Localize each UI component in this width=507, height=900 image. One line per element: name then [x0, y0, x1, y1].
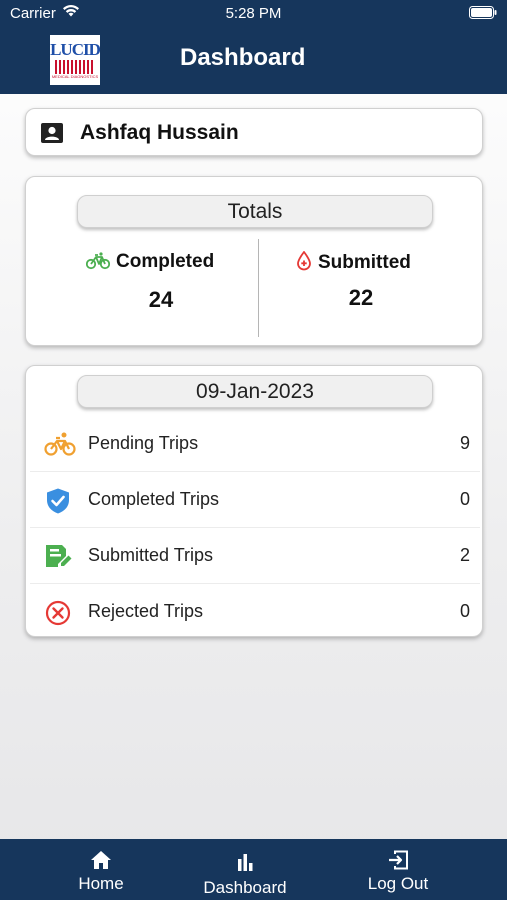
trip-row-label: Submitted Trips: [88, 545, 214, 565]
trip-row-rejected[interactable]: Rejected Trips 0: [30, 584, 480, 640]
tab-home-label: Home: [78, 874, 124, 893]
bicycle-icon: [85, 252, 111, 270]
logo-text: LUCID: [50, 40, 101, 59]
document-edit-icon: [44, 543, 74, 569]
submitted-total-value: 22: [348, 285, 374, 310]
completed-total-label: Completed: [85, 251, 215, 273]
status-bar: Carrier 5:28 PM: [0, 0, 507, 28]
totals-card: Totals Completed 24 Submitted 22: [25, 176, 483, 346]
trip-row-count: 0: [459, 489, 470, 509]
trip-row-label: Rejected Trips: [88, 601, 204, 621]
shield-check-icon: [44, 487, 74, 514]
battery-icon: [469, 6, 497, 23]
logo-stripes: [55, 60, 95, 74]
trip-row-count: 2: [459, 545, 470, 565]
trip-row-completed[interactable]: Completed Trips 0: [30, 472, 480, 528]
completed-total-value: 24: [148, 287, 174, 312]
bicycle-icon: [44, 431, 76, 457]
totals-title: Totals: [77, 195, 433, 228]
tab-logout[interactable]: Log Out: [333, 839, 463, 900]
user-name: Ashfaq Hussain: [80, 121, 239, 144]
tab-logout-label: Log Out: [367, 874, 429, 893]
status-time: 5:28 PM: [225, 5, 282, 22]
trip-row-label: Pending Trips: [88, 433, 199, 453]
tab-dashboard[interactable]: Dashboard: [180, 839, 310, 900]
trip-row-submitted[interactable]: Submitted Trips 2: [30, 528, 480, 584]
home-icon: [36, 850, 166, 875]
submitted-total-label: Submitted: [296, 250, 411, 274]
daily-trips-card: 09-Jan-2023 Pending Trips 9 Completed Tr…: [25, 365, 483, 637]
page-title: Dashboard: [180, 44, 306, 71]
trip-row-count: 0: [459, 601, 470, 621]
trip-row-label: Completed Trips: [88, 489, 220, 509]
bottom-tab-bar: Home Dashboard Log Out: [0, 839, 507, 900]
logo-subtext: MEDICAL DIAGNOSTICS: [51, 74, 99, 79]
date-title: 09-Jan-2023: [77, 375, 433, 408]
company-logo: LUCID MEDICAL DIAGNOSTICS: [50, 35, 101, 85]
logout-icon: [333, 850, 463, 875]
user-card-icon: [40, 122, 64, 149]
tab-dashboard-label: Dashboard: [203, 878, 287, 897]
submitted-label-text: Submitted: [318, 252, 411, 273]
user-card: Ashfaq Hussain: [25, 108, 483, 156]
blood-drop-icon: [297, 250, 311, 271]
tab-home[interactable]: Home: [36, 839, 166, 900]
completed-label-text: Completed: [116, 251, 215, 272]
circle-x-icon: [44, 599, 74, 626]
trip-row-pending[interactable]: Pending Trips 9: [30, 416, 480, 472]
bar-chart-icon: [180, 853, 310, 876]
trip-row-count: 9: [459, 433, 470, 453]
top-app-bar: Carrier 5:28 PM LUCID MEDICAL DIAGNOSTIC…: [0, 0, 507, 94]
totals-divider: [258, 239, 259, 337]
